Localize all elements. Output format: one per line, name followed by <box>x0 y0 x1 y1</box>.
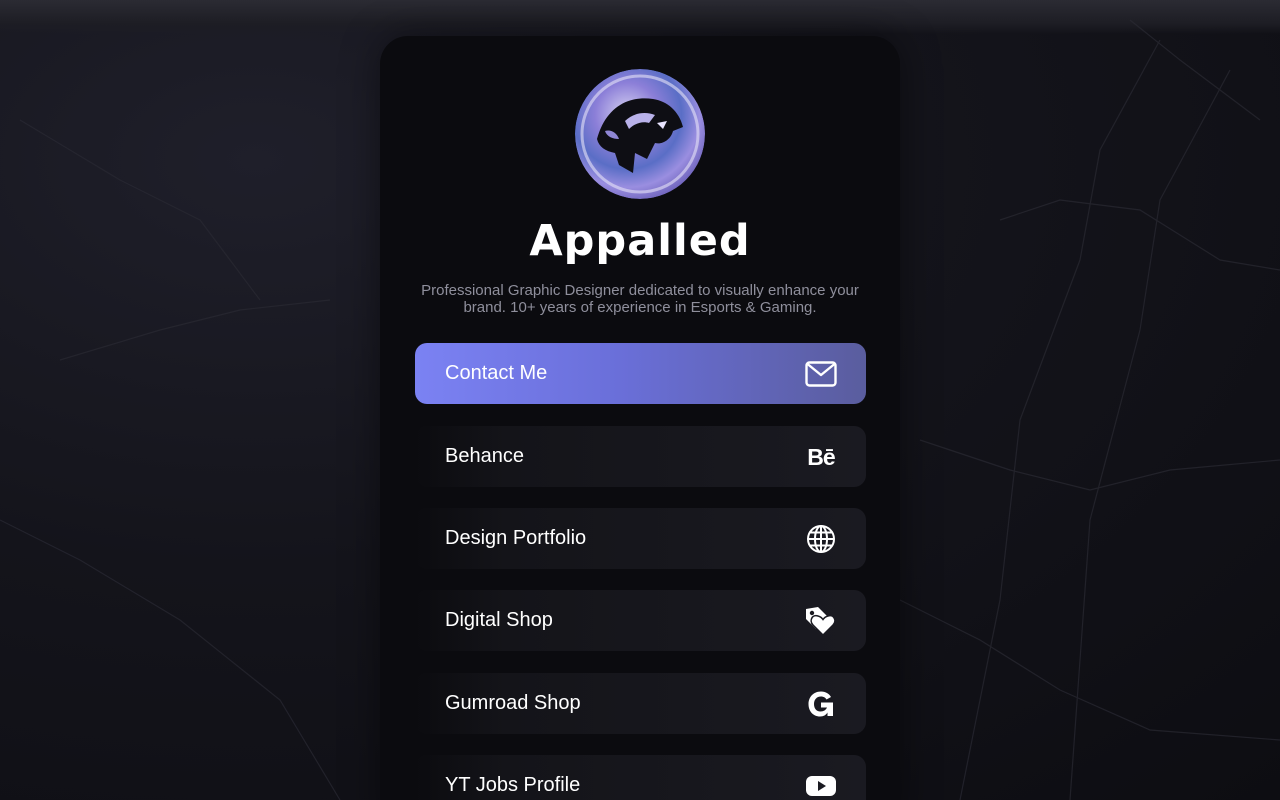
wolf-logo-icon <box>575 69 705 199</box>
digital-shop-button[interactable]: Digital Shop <box>415 590 866 651</box>
top-texture-band <box>0 0 1280 34</box>
link-label: Gumroad Shop <box>445 692 581 714</box>
profile-bio: Professional Graphic Designer dedicated … <box>421 282 859 316</box>
gumroad-icon <box>804 687 838 721</box>
avatar <box>575 69 705 199</box>
globe-icon <box>804 522 838 556</box>
link-label: Digital Shop <box>445 609 553 631</box>
link-label: Design Portfolio <box>445 527 587 549</box>
link-label: YT Jobs Profile <box>445 774 581 796</box>
youtube-icon <box>804 769 838 800</box>
yt-jobs-profile-button[interactable]: YT Jobs Profile <box>415 755 866 800</box>
design-portfolio-button[interactable]: Design Portfolio <box>415 508 866 569</box>
link-label: Contact Me <box>445 362 548 384</box>
contact-me-button[interactable]: Contact Me <box>415 343 866 404</box>
mail-icon <box>804 357 838 391</box>
gumroad-shop-button[interactable]: Gumroad Shop <box>415 673 866 734</box>
profile-name: Appalled <box>529 216 751 266</box>
behance-icon: Bē <box>807 443 835 470</box>
price-tag-heart-icon <box>804 604 838 638</box>
behance-button[interactable]: Behance Bē <box>415 426 866 487</box>
link-label: Behance <box>445 445 524 467</box>
